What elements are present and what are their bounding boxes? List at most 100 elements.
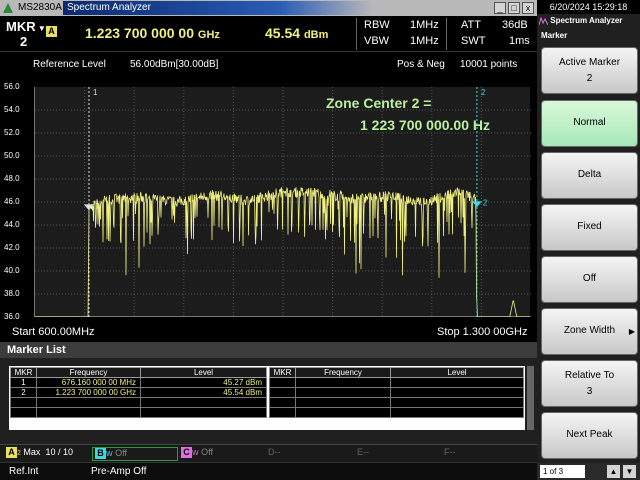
att-value[interactable]: 36dB — [502, 19, 528, 31]
y-tick-label: 54.0 — [4, 105, 20, 114]
zone-width-key[interactable]: Zone Width ▶ — [541, 308, 638, 355]
anritsu-logo-icon — [3, 3, 13, 13]
key-label: Active Marker — [558, 57, 621, 68]
vbw-value[interactable]: 1MHz — [410, 35, 439, 47]
spectrum-graph: Reference Level 56.00dBm[30.00dB] Pos & … — [0, 53, 537, 341]
cell-mkr: 1 — [10, 377, 37, 388]
active-marker-key[interactable]: Active Marker 2 — [541, 47, 638, 94]
normal-key[interactable]: Normal — [541, 100, 638, 147]
model-name: MS2830A — [18, 2, 62, 13]
rbw-label: RBW — [364, 19, 390, 31]
status-bar: Ref.Int Pre-Amp Off — [0, 462, 537, 480]
trace-d-dash: -- — [274, 447, 281, 457]
key-label: Normal — [573, 117, 606, 128]
col-frequency: Frequency — [295, 367, 391, 378]
date-time: 6/20/2024 15:29:18 — [537, 0, 640, 14]
off-key[interactable]: Off — [541, 256, 638, 303]
trace-c-status[interactable]: CW Off — [181, 447, 213, 461]
table-row[interactable]: 2 1.223 700 000 00 GHz 45.54 dBm — [10, 387, 267, 398]
y-tick-label: 52.0 — [4, 128, 20, 137]
relative-to-key[interactable]: Relative To 3 — [541, 360, 638, 407]
y-tick-label: 50.0 — [4, 151, 20, 160]
trace-a-total: 10 — [63, 447, 74, 457]
panel-app-title: Spectrum Analyzer — [538, 16, 623, 28]
marker-readout-bar: MKR ▼ 2 A 1.223 700 000 00 GHz 45.54 dBm… — [0, 16, 537, 52]
trace-b-state: Off — [115, 448, 127, 458]
delta-key[interactable]: Delta — [541, 152, 638, 199]
mkr-label[interactable]: MKR ▼ — [6, 19, 46, 34]
y-tick-label: 38.0 — [4, 289, 20, 298]
key-value: 3 — [586, 386, 593, 397]
panel-menu-title: Marker — [541, 31, 568, 40]
cell-level: 45.54 dBm — [140, 387, 267, 398]
col-mkr: MKR — [10, 367, 37, 378]
spectrum-icon — [538, 16, 549, 26]
page-up-button[interactable]: ▲ — [607, 465, 620, 478]
softkey-panel: 6/20/2024 15:29:18 Spectrum Analyzer Mar… — [537, 0, 640, 480]
swt-value[interactable]: 1ms — [509, 35, 530, 47]
title-bar: MS2830A Spectrum Analyzer _ □ x — [0, 0, 537, 16]
page-down-button[interactable]: ▼ — [623, 465, 636, 478]
y-tick-label: 48.0 — [4, 174, 20, 183]
panel-app-label: Spectrum Analyzer — [550, 16, 623, 25]
rbw-value[interactable]: 1MHz — [410, 19, 439, 31]
marker-point-label: 1 — [95, 201, 100, 210]
next-peak-key[interactable]: Next Peak — [541, 412, 638, 459]
marker-list-scrollbar[interactable] — [527, 366, 534, 430]
divider — [446, 18, 447, 50]
stop-frequency: Stop 1.300 00GHz — [437, 326, 528, 338]
y-tick-label: 46.0 — [4, 197, 20, 206]
table-row[interactable] — [269, 387, 524, 398]
marker-frequency: 1.223 700 000 00 GHz — [85, 25, 220, 41]
reference-level-value: 56.00dBm[30.00dB] — [130, 59, 219, 70]
cell-mkr: 2 — [10, 387, 37, 398]
key-label: Zone Width — [563, 325, 616, 336]
trace-f-status[interactable]: F-- — [444, 447, 456, 461]
col-frequency: Frequency — [36, 367, 141, 378]
maximize-button[interactable]: □ — [508, 2, 520, 14]
trace-f-dash: -- — [449, 447, 456, 457]
active-marker-number: 2 — [20, 34, 28, 49]
trace-e-dash: -- — [363, 447, 370, 457]
cell-frequency: 1.223 700 000 00 GHz — [36, 387, 141, 398]
preamp-status: Pre-Amp Off — [91, 466, 147, 477]
marker-list-title: Marker List — [0, 342, 537, 358]
table-row[interactable] — [269, 407, 524, 418]
trace-a-count: 10 — [45, 447, 56, 457]
reference-level-label: Reference Level — [33, 59, 106, 70]
trace-d-status[interactable]: D-- — [268, 447, 281, 461]
swt-label: SWT — [461, 35, 486, 47]
trace-a-sep: / — [57, 447, 61, 457]
table-row[interactable] — [269, 377, 524, 388]
marker-list-panel: Marker List MKR Frequency Level 1 676.16… — [0, 342, 537, 444]
page-indicator: 1 of 3 ▲ ▼ — [537, 463, 640, 480]
minimize-button[interactable]: _ — [494, 2, 506, 14]
close-button[interactable]: x — [522, 2, 534, 14]
marker-point-label: 2 — [483, 198, 488, 207]
trace-b-status[interactable]: BW Off — [92, 447, 178, 461]
fixed-key[interactable]: Fixed — [541, 204, 638, 251]
trace-e-status[interactable]: E-- — [357, 447, 369, 461]
vbw-label: VBW — [364, 35, 390, 47]
col-level: Level — [390, 367, 524, 378]
y-tick-label: 44.0 — [4, 220, 20, 229]
trace-a-badge: A — [46, 26, 57, 37]
table-row[interactable] — [10, 397, 267, 408]
marker-table-right: MKR Frequency Level — [268, 366, 525, 430]
trace-a-mark: 2 — [17, 450, 21, 457]
divider — [356, 18, 357, 50]
trace-points: 10001 points — [460, 59, 518, 70]
cell-frequency: 676.160 000 00 MHz — [36, 377, 141, 388]
trace-a-mode: Max — [23, 447, 41, 457]
trace-a-status[interactable]: A2 Max 10 / 10 — [6, 447, 73, 461]
key-label: Relative To — [564, 370, 615, 381]
key-value: 2 — [586, 73, 593, 84]
col-level: Level — [140, 367, 267, 378]
att-label: ATT — [461, 19, 481, 31]
trace-c-state: Off — [201, 447, 213, 457]
trace-c-badge: C — [181, 447, 192, 459]
table-row[interactable] — [10, 407, 267, 418]
table-row[interactable]: 1 676.160 000 00 MHz 45.27 dBm — [10, 377, 267, 388]
reference-status: Ref.Int — [9, 466, 39, 477]
table-row[interactable] — [269, 397, 524, 408]
